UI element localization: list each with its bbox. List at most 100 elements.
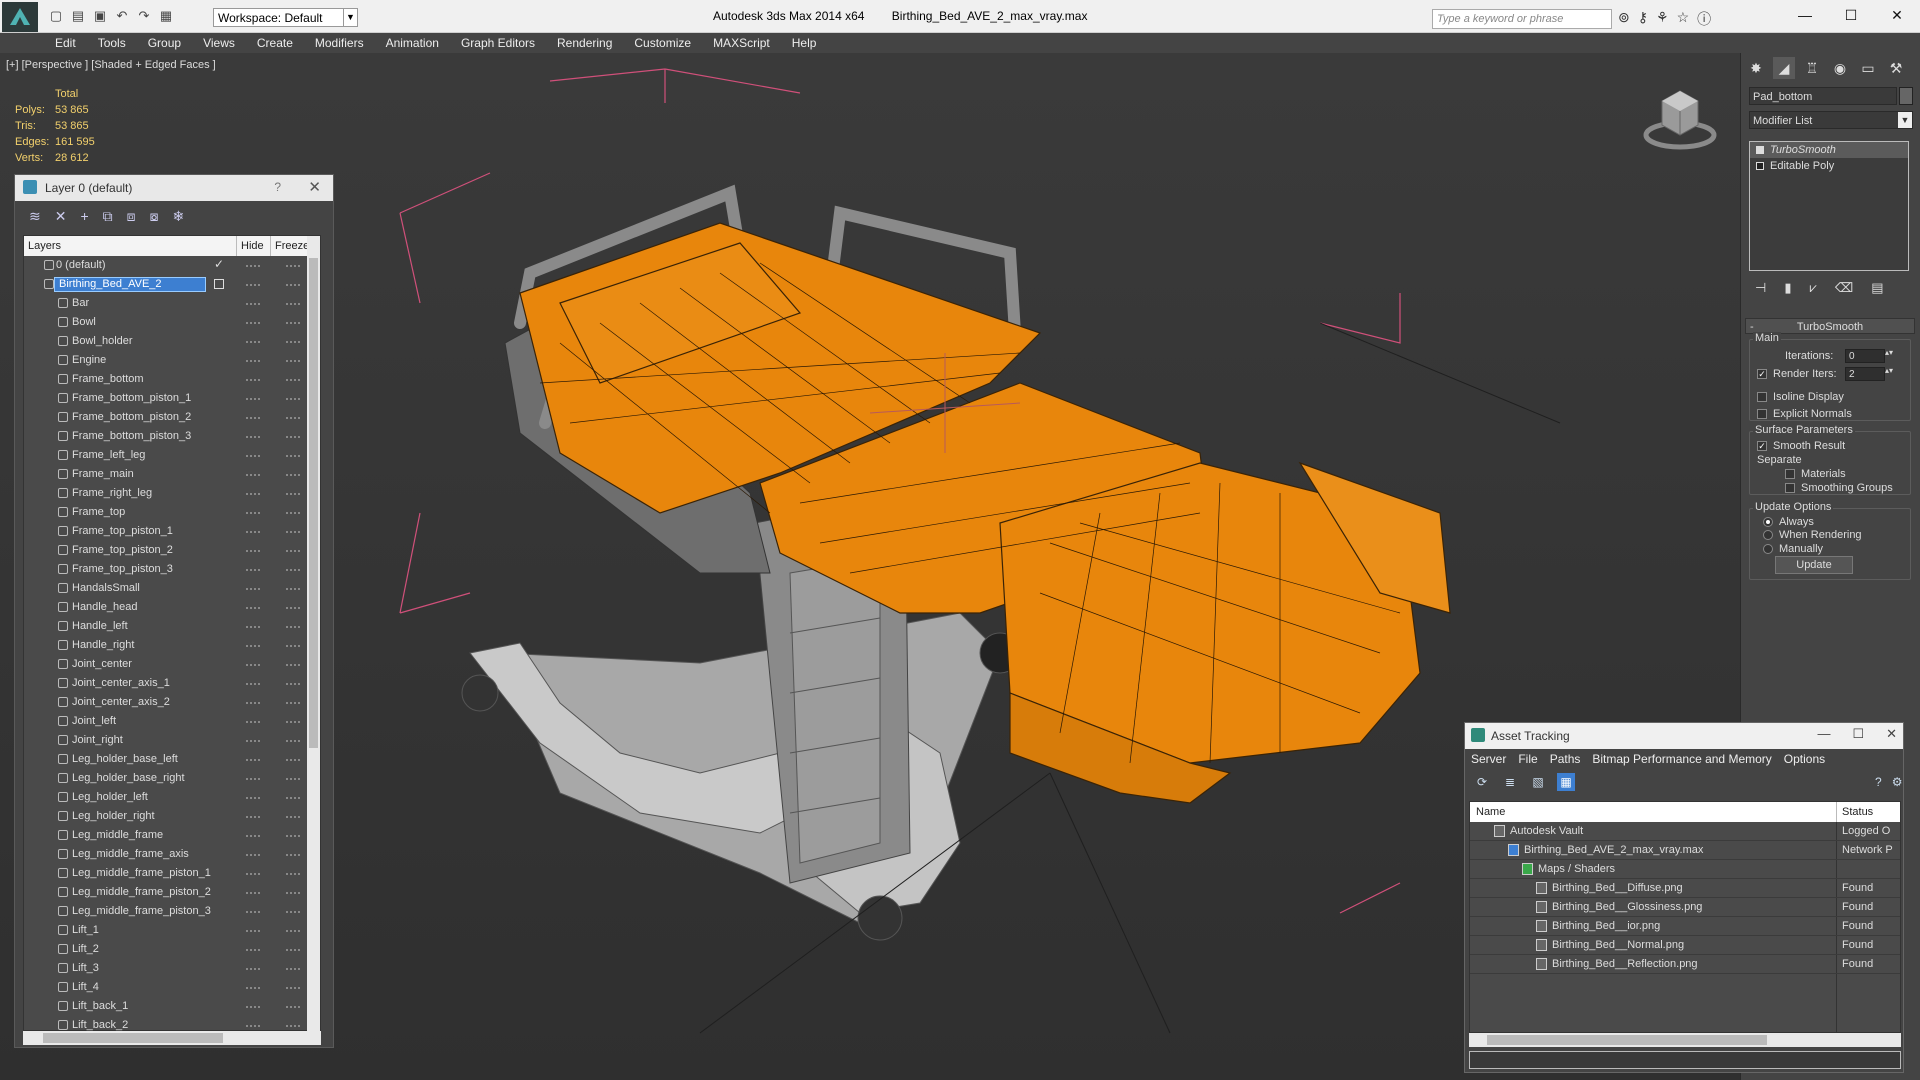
hide-toggle[interactable] — [246, 702, 260, 704]
configure-sets-icon[interactable]: ▤ — [1871, 280, 1883, 296]
freeze-toggle[interactable] — [286, 778, 300, 780]
col-status[interactable]: Status — [1842, 806, 1873, 818]
iterations-spinner[interactable]: 0 — [1845, 349, 1895, 363]
hide-toggle[interactable] — [246, 417, 260, 419]
menu-views[interactable]: Views — [203, 33, 235, 53]
asset-row[interactable]: Autodesk Vault Logged O — [1470, 822, 1900, 841]
freeze-toggle[interactable] — [286, 455, 300, 457]
scroll-thumb[interactable] — [1487, 1035, 1767, 1045]
freeze-toggle[interactable] — [286, 322, 300, 324]
freeze-toggle[interactable] — [286, 417, 300, 419]
freeze-toggle[interactable] — [286, 341, 300, 343]
layer-object-row[interactable]: Leg_middle_frame_axis — [24, 845, 308, 864]
delete-layer-icon[interactable]: ✕ — [55, 208, 67, 231]
object-color-swatch[interactable] — [1899, 87, 1913, 105]
freeze-toggle[interactable] — [286, 284, 300, 286]
hide-toggle[interactable] — [246, 911, 260, 913]
asset-row[interactable]: Birthing_Bed__Normal.png Found — [1470, 936, 1900, 955]
hide-toggle[interactable] — [246, 721, 260, 723]
hide-toggle[interactable] — [246, 265, 260, 267]
hide-toggle[interactable] — [246, 531, 260, 533]
hide-toggle[interactable] — [246, 512, 260, 514]
settings-icon[interactable]: ⚙ — [1892, 773, 1903, 791]
undo-icon[interactable]: ↶ — [114, 8, 130, 24]
freeze-toggle[interactable] — [286, 360, 300, 362]
layer-object-row[interactable]: Lift_3 — [24, 959, 308, 978]
expand-icon[interactable] — [1756, 162, 1764, 170]
help-icon[interactable]: ⓘ — [1697, 9, 1711, 29]
freeze-toggle[interactable] — [286, 797, 300, 799]
freeze-toggle[interactable] — [286, 721, 300, 723]
freeze-toggle[interactable] — [286, 873, 300, 875]
workspace-dropdown[interactable]: Workspace: Default ▼ — [213, 8, 358, 27]
freeze-toggle[interactable] — [286, 930, 300, 932]
connect-icon[interactable]: ⚘ — [1656, 9, 1669, 29]
hide-toggle[interactable] — [246, 683, 260, 685]
help-icon[interactable]: ? — [1875, 773, 1882, 791]
hide-toggle[interactable] — [246, 550, 260, 552]
add-to-layer-icon[interactable]: + — [80, 208, 88, 231]
minimize-button[interactable]: — — [1782, 0, 1828, 30]
layer-object-row[interactable]: Joint_right — [24, 731, 308, 750]
hide-toggle[interactable] — [246, 303, 260, 305]
layer-row-selected[interactable]: Birthing_Bed_AVE_2 — [24, 275, 308, 294]
asset-menu-options[interactable]: Options — [1784, 749, 1825, 769]
isoline-display-checkbox[interactable] — [1757, 392, 1767, 402]
create-layer-icon[interactable]: ≋ — [29, 208, 41, 231]
hide-toggle[interactable] — [246, 569, 260, 571]
freeze-toggle[interactable] — [286, 664, 300, 666]
freeze-toggle[interactable] — [286, 892, 300, 894]
col-layers[interactable]: Layers — [24, 236, 237, 256]
layer-object-row[interactable]: Bowl_holder — [24, 332, 308, 351]
hide-all-icon[interactable]: ⧇ — [150, 208, 159, 231]
hide-toggle[interactable] — [246, 740, 260, 742]
layer-object-row[interactable]: Frame_top — [24, 503, 308, 522]
menu-rendering[interactable]: Rendering — [557, 33, 612, 53]
layer-object-row[interactable]: Joint_center_axis_1 — [24, 674, 308, 693]
freeze-toggle[interactable] — [286, 569, 300, 571]
layer-object-row[interactable]: Bowl — [24, 313, 308, 332]
menu-tools[interactable]: Tools — [98, 33, 126, 53]
explicit-normals-checkbox[interactable] — [1757, 409, 1767, 419]
freeze-toggle[interactable] — [286, 645, 300, 647]
freeze-toggle[interactable] — [286, 531, 300, 533]
layer-object-row[interactable]: Leg_middle_frame_piston_3 — [24, 902, 308, 921]
freeze-toggle[interactable] — [286, 436, 300, 438]
freeze-toggle[interactable] — [286, 854, 300, 856]
star-icon[interactable]: ☆ — [1677, 9, 1690, 29]
motion-tab-icon[interactable]: ◉ — [1829, 57, 1851, 79]
hide-toggle[interactable] — [246, 987, 260, 989]
hide-toggle[interactable] — [246, 341, 260, 343]
layer-manager-titlebar[interactable]: Layer 0 (default) ? ✕ — [15, 175, 333, 201]
freeze-toggle[interactable] — [286, 1006, 300, 1008]
layer-object-row[interactable]: Handle_left — [24, 617, 308, 636]
layer-object-row[interactable]: Frame_bottom — [24, 370, 308, 389]
layer-object-row[interactable]: Frame_bottom_piston_1 — [24, 389, 308, 408]
hide-toggle[interactable] — [246, 322, 260, 324]
hide-toggle[interactable] — [246, 797, 260, 799]
materials-checkbox[interactable] — [1785, 469, 1795, 479]
freeze-toggle[interactable] — [286, 683, 300, 685]
help-button[interactable]: ? — [274, 180, 281, 194]
asset-row[interactable]: Birthing_Bed_AVE_2_max_vray.max Network … — [1470, 841, 1900, 860]
remove-modifier-icon[interactable]: ⌫ — [1835, 280, 1853, 296]
col-hide[interactable]: Hide — [237, 236, 271, 256]
maximize-button[interactable]: ☐ — [1828, 0, 1874, 30]
layer-object-row[interactable]: Leg_holder_base_left — [24, 750, 308, 769]
menu-customize[interactable]: Customize — [634, 33, 691, 53]
hide-toggle[interactable] — [246, 1006, 260, 1008]
hide-toggle[interactable] — [246, 1025, 260, 1027]
close-button[interactable]: ✕ — [1874, 0, 1920, 30]
hide-toggle[interactable] — [246, 930, 260, 932]
menu-group[interactable]: Group — [148, 33, 181, 53]
close-icon[interactable]: ✕ — [308, 178, 321, 196]
freeze-toggle[interactable] — [286, 835, 300, 837]
hide-toggle[interactable] — [246, 949, 260, 951]
asset-row[interactable]: Birthing_Bed__Diffuse.png Found — [1470, 879, 1900, 898]
hide-toggle[interactable] — [246, 474, 260, 476]
render-iters-spinner[interactable]: 2 — [1845, 367, 1895, 381]
freeze-toggle[interactable] — [286, 816, 300, 818]
freeze-toggle[interactable] — [286, 379, 300, 381]
smoothing-groups-checkbox[interactable] — [1785, 483, 1795, 493]
freeze-toggle[interactable] — [286, 626, 300, 628]
